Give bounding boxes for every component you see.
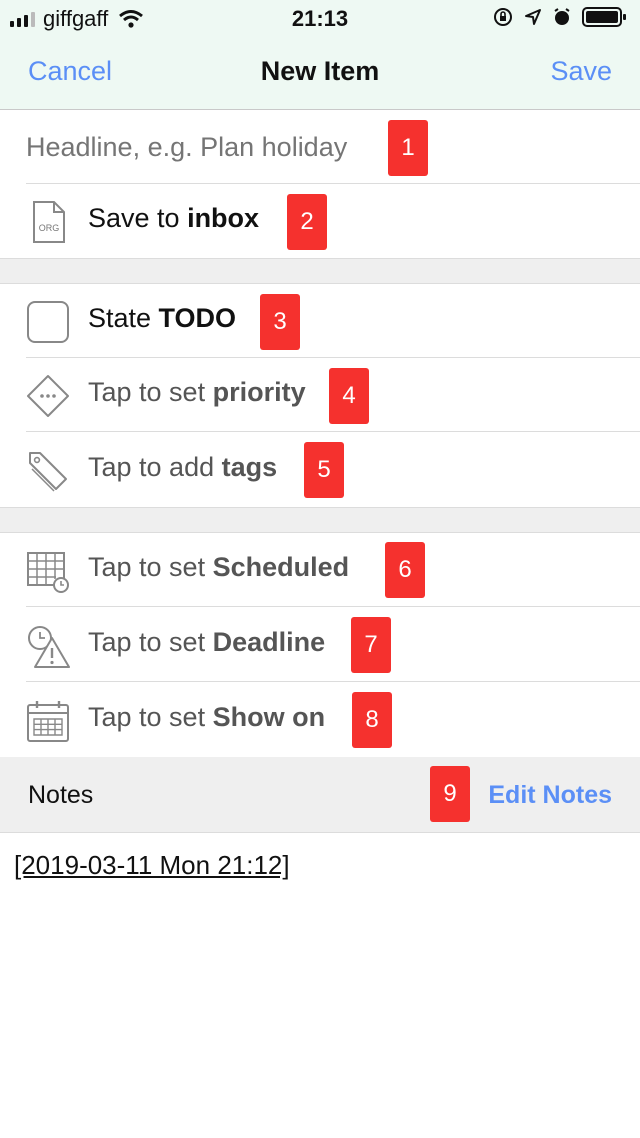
show-on-label: Tap to set Show on [88,702,326,732]
priority-row[interactable]: Tap to set priority 4 [0,358,640,432]
badge-4: 4 [329,368,369,424]
save-button[interactable]: Save [550,56,612,87]
scheduled-row[interactable]: Tap to set Scheduled 6 [0,533,640,607]
deadline-row[interactable]: Tap to set Deadline 7 [0,608,640,682]
nav-bar: Cancel New Item Save [0,36,640,110]
badge-5: 5 [304,442,344,498]
edit-notes-button[interactable]: Edit Notes [488,781,612,810]
alarm-icon [554,8,570,25]
calendar-clock-icon [27,552,69,593]
tag-icon [29,452,67,492]
checkbox-icon [27,301,69,343]
badge-3: 3 [260,294,300,350]
notes-content[interactable]: [2019-03-11 Mon 21:12] [14,850,290,881]
status-bar: giffgaff 21:13 [0,0,640,36]
tags-label: Tap to add tags [88,452,278,482]
state-label: State TODO [88,303,237,333]
org-icon-text: ORG [39,223,60,233]
show-on-row[interactable]: Tap to set Show on 8 [0,683,640,757]
badge-7: 7 [351,617,391,673]
headline-input[interactable] [24,126,398,168]
save-to-label: Save to inbox [88,203,260,233]
save-to-row[interactable]: ORG Save to inbox 2 [0,184,640,258]
headline-row: 1 [0,110,640,184]
battery-icon [582,7,626,27]
badge-1: 1 [388,120,428,176]
page-title: New Item [260,56,380,86]
org-file-icon: ORG [33,201,65,243]
calendar-icon [27,701,69,742]
priority-label: Tap to set priority [88,377,306,407]
location-icon [525,9,541,25]
state-row[interactable]: State TODO 3 [0,284,640,358]
rotation-lock-icon [494,8,512,26]
badge-9: 9 [430,766,470,822]
scheduled-label: Tap to set Scheduled [88,552,350,582]
badge-8: 8 [352,692,392,748]
deadline-label: Tap to set Deadline [88,627,326,657]
status-right [492,6,628,28]
notes-title: Notes [28,781,94,809]
section-gap [0,507,640,533]
deadline-warning-icon [28,626,70,668]
badge-2: 2 [287,194,327,250]
priority-diamond-icon [27,375,69,417]
tags-row[interactable]: Tap to add tags 5 [0,433,640,507]
section-gap [0,258,640,284]
notes-header: Notes 9 Edit Notes [0,757,640,833]
badge-6: 6 [385,542,425,598]
